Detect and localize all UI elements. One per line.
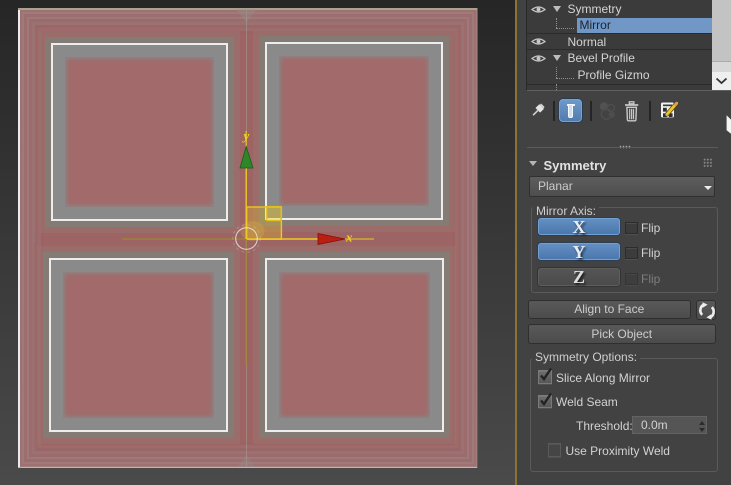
- svg-text:y: y: [242, 128, 250, 143]
- svg-text:x: x: [345, 230, 353, 245]
